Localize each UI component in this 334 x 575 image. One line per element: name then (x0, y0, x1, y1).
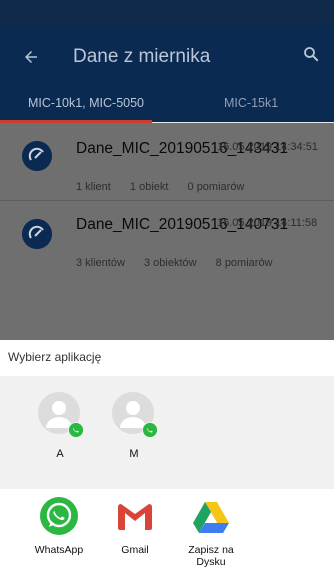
app-label: WhatsApp (34, 544, 84, 556)
file-date: 16.05.2019 14:11:58 (217, 217, 318, 229)
meter-icon (22, 219, 52, 249)
measurement-count: 0 pomiarów (187, 181, 245, 193)
file-name: Dane_MIC_20190516_143431 (76, 140, 289, 157)
whatsapp-badge-icon (68, 422, 84, 438)
share-sheet-title: Wybierz aplikację (8, 350, 102, 364)
gmail-icon (118, 504, 152, 530)
client-count: 1 klient (76, 181, 111, 193)
file-meta: 3 klientów 3 obiektów 8 pomiarów (76, 257, 289, 269)
file-meta: 1 klient 1 obiekt 0 pomiarów (76, 181, 260, 193)
page-title: Dane z miernika (73, 46, 211, 67)
share-sheet: Wybierz aplikację A M WhatsApp Gmail Zap… (0, 340, 334, 575)
whatsapp-badge-icon (142, 422, 158, 438)
client-count: 3 klientów (76, 257, 125, 269)
list-item[interactable]: Dane_MIC_20190516_143431 16.05.2019 14:3… (0, 123, 334, 199)
list-item[interactable]: Dane_MIC_20190516_140731 16.05.2019 14:1… (0, 201, 334, 277)
file-date: 16.05.2019 14:34:51 (217, 141, 318, 153)
screen: Dane z miernika MIC-10k1, MIC-5050 MIC-1… (0, 0, 334, 575)
status-bar (0, 0, 334, 26)
app-label: Zapisz na Dysku (188, 544, 234, 568)
tab-mic10k1[interactable]: MIC-10k1, MIC-5050 (28, 96, 144, 110)
object-count: 1 obiekt (129, 181, 169, 193)
file-name: Dane_MIC_20190516_140731 (76, 216, 289, 233)
tab-bar: MIC-10k1, MIC-5050 MIC-15k1 (0, 88, 334, 122)
search-icon[interactable] (302, 45, 320, 63)
measurement-count: 8 pomiarów (215, 257, 273, 269)
object-count: 3 obiektów (143, 257, 197, 269)
direct-share-row: A M (0, 376, 334, 489)
meter-icon (22, 141, 52, 171)
whatsapp-icon (40, 497, 78, 535)
tab-mic15k1[interactable]: MIC-15k1 (224, 96, 278, 110)
back-arrow-icon[interactable] (22, 48, 40, 66)
google-drive-icon (193, 502, 229, 533)
contact-label: A (56, 448, 64, 460)
contact-label: M (129, 448, 139, 460)
app-label: Gmail (121, 544, 149, 556)
background-app: Dane z miernika MIC-10k1, MIC-5050 MIC-1… (0, 0, 334, 340)
file-list: Dane_MIC_20190516_143431 16.05.2019 14:3… (0, 123, 334, 340)
